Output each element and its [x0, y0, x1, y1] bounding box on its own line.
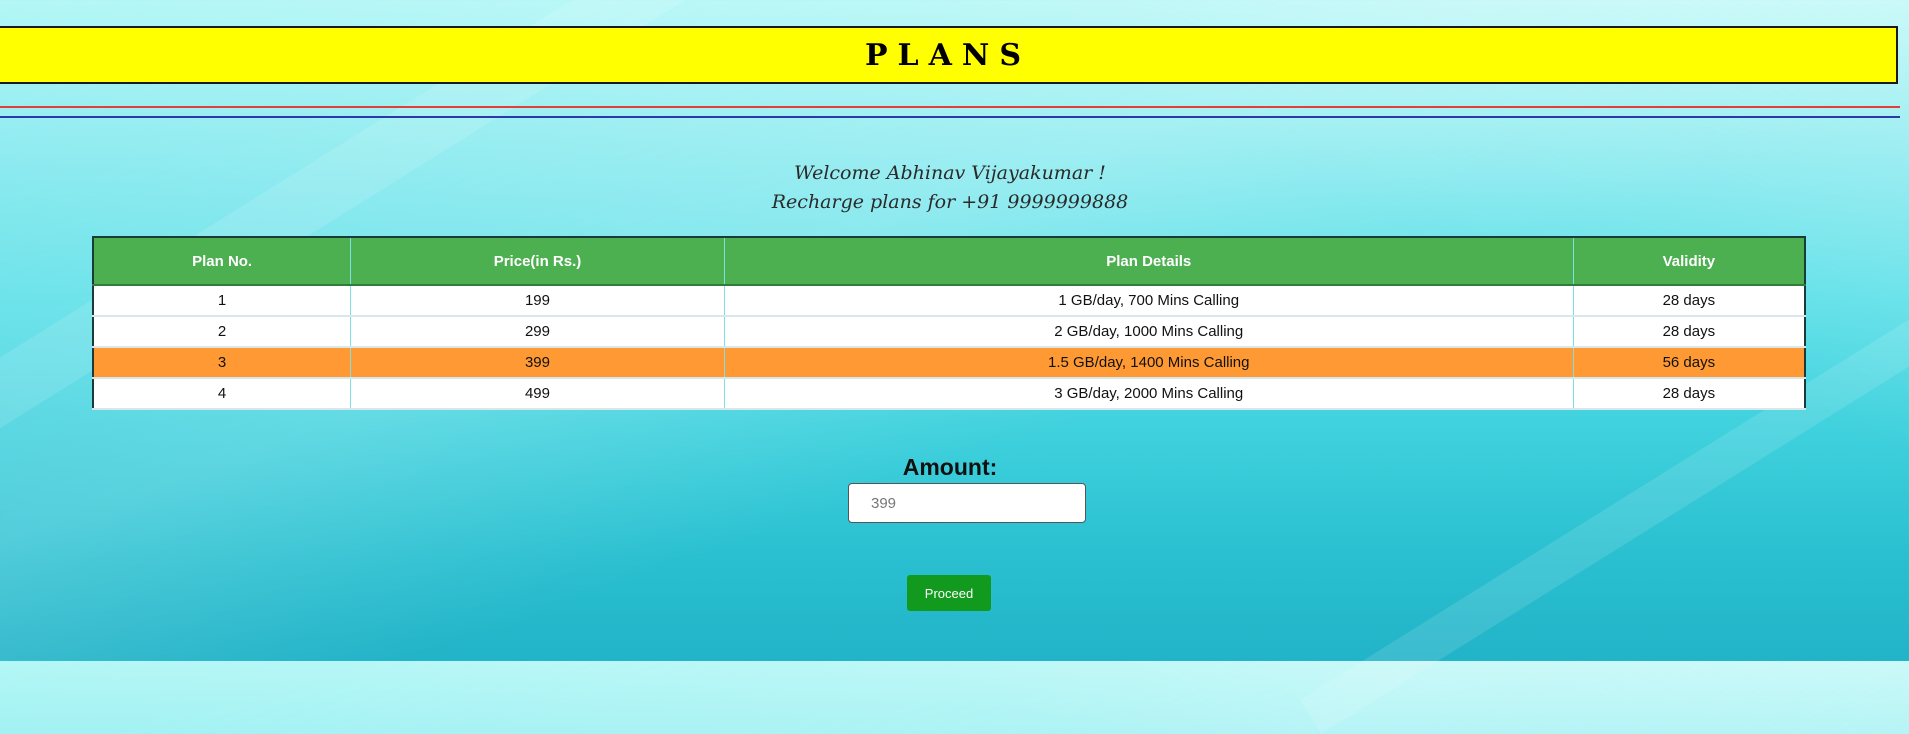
header-plan-details: Plan Details	[724, 237, 1574, 286]
table-row-selected[interactable]: 3 399 1.5 GB/day, 1400 Mins Calling 56 d…	[93, 347, 1806, 379]
cell-validity: 28 days	[1573, 378, 1806, 410]
table-header-row: Plan No. Price(in Rs.) Plan Details Vali…	[93, 237, 1806, 286]
cell-validity: 56 days	[1573, 347, 1806, 379]
cell-plan-details: 1.5 GB/day, 1400 Mins Calling	[724, 347, 1574, 379]
welcome-greeting: Welcome Abhinav Vijayakumar !	[794, 162, 1106, 184]
cell-price: 299	[350, 316, 725, 348]
header-validity: Validity	[1573, 237, 1806, 286]
divider-red	[0, 106, 1900, 108]
page-title: PLANS	[864, 37, 1031, 73]
table-row[interactable]: 4 499 3 GB/day, 2000 Mins Calling 28 day…	[93, 378, 1806, 410]
cell-price: 399	[350, 347, 725, 379]
title-bar: PLANS	[0, 26, 1898, 84]
cell-plan-no: 1	[93, 285, 352, 317]
table-row[interactable]: 1 199 1 GB/day, 700 Mins Calling 28 days	[93, 285, 1806, 317]
proceed-button[interactable]: Proceed	[907, 575, 991, 611]
cell-plan-details: 3 GB/day, 2000 Mins Calling	[724, 378, 1574, 410]
cell-price: 499	[350, 378, 725, 410]
recharge-subtitle: Recharge plans for +91 9999999888	[771, 191, 1129, 213]
amount-label: Amount:	[902, 454, 998, 480]
cell-plan-no: 4	[93, 378, 352, 410]
cell-plan-no: 2	[93, 316, 352, 348]
header-price: Price(in Rs.)	[350, 237, 725, 286]
header-plan-no: Plan No.	[93, 237, 352, 286]
cell-plan-no: 3	[93, 347, 352, 379]
plans-table: Plan No. Price(in Rs.) Plan Details Vali…	[92, 236, 1806, 410]
table-row[interactable]: 2 299 2 GB/day, 1000 Mins Calling 28 day…	[93, 316, 1806, 348]
cell-plan-details: 2 GB/day, 1000 Mins Calling	[724, 316, 1574, 348]
divider-blue	[0, 116, 1900, 118]
amount-input[interactable]	[848, 483, 1086, 523]
cell-plan-details: 1 GB/day, 700 Mins Calling	[724, 285, 1574, 317]
cell-validity: 28 days	[1573, 285, 1806, 317]
cell-validity: 28 days	[1573, 316, 1806, 348]
cell-price: 199	[350, 285, 725, 317]
